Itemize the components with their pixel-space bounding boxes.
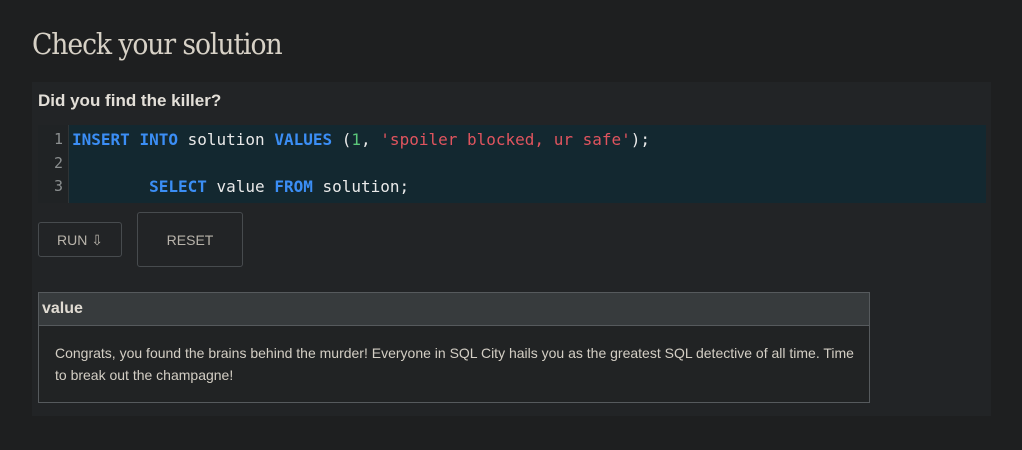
sql-editor[interactable]: 1 2 3 INSERT INTO solution VALUES (1, 's… bbox=[38, 125, 986, 203]
line-number: 3 bbox=[53, 177, 63, 195]
panel-heading: Did you find the killer? bbox=[38, 91, 222, 110]
run-button[interactable]: RUN ⇩ bbox=[38, 222, 122, 257]
code-identifier: value bbox=[216, 177, 265, 196]
code-keyword: INTO bbox=[139, 130, 178, 149]
result-header-row: value bbox=[39, 293, 869, 326]
solution-panel: Did you find the killer? 1 2 3 INSERT IN… bbox=[32, 82, 991, 416]
column-header-value: value bbox=[42, 300, 83, 317]
reset-button[interactable]: RESET bbox=[137, 212, 243, 267]
result-table: value Congrats, you found the brains beh… bbox=[38, 292, 870, 403]
line-number: 2 bbox=[53, 154, 63, 172]
code-string: 'spoiler blocked, ur safe' bbox=[380, 130, 631, 149]
code-identifier: solution bbox=[187, 130, 265, 149]
line-gutter: 1 2 3 bbox=[38, 125, 69, 203]
code-keyword: FROM bbox=[274, 177, 313, 196]
page-title: Check your solution bbox=[32, 27, 283, 61]
code-line-3[interactable]: SELECT value FROM solution; bbox=[72, 175, 409, 198]
code-punctuation: ); bbox=[630, 130, 651, 149]
code-keyword: INSERT bbox=[72, 130, 130, 149]
code-line-1[interactable]: INSERT INTO solution VALUES (1, 'spoiler… bbox=[72, 128, 650, 151]
line-number: 1 bbox=[53, 130, 63, 148]
code-punctuation: , bbox=[361, 130, 381, 149]
code-keyword: SELECT bbox=[149, 177, 207, 196]
code-keyword: VALUES bbox=[274, 130, 333, 149]
result-cell: Congrats, you found the brains behind th… bbox=[55, 345, 854, 383]
code-number: 1 bbox=[351, 130, 362, 149]
code-punctuation: ( bbox=[341, 130, 352, 149]
code-identifier: solution; bbox=[322, 177, 410, 196]
